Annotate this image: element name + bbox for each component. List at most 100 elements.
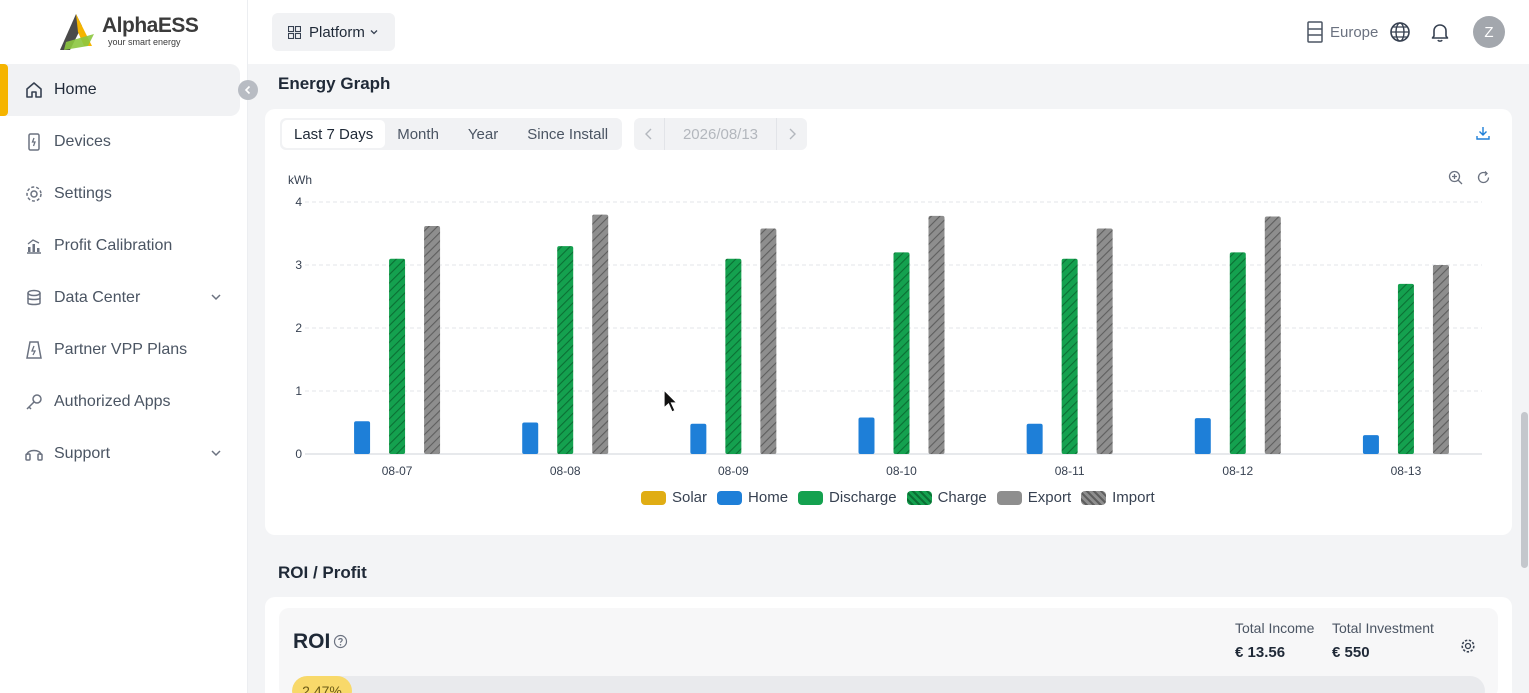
bar-charge-08-10[interactable]	[893, 252, 910, 454]
chart-legend: Solar Home Discharge Charge Export Impor…	[641, 489, 1165, 506]
alphaess-logo-icon	[60, 14, 94, 50]
page-scrollbar[interactable]	[1520, 64, 1529, 693]
bar-home-08-11[interactable]	[1026, 423, 1043, 454]
x-tick-label: 08-12	[1222, 464, 1253, 478]
sidebar-item-label: Data Center	[54, 289, 141, 306]
tab-month[interactable]: Month	[385, 120, 451, 148]
sidebar-item-settings[interactable]: Settings	[0, 168, 248, 220]
roi-progress-fill: 2.47%	[292, 676, 352, 693]
platform-label: Platform	[309, 23, 365, 41]
bar-home-08-13[interactable]	[1362, 435, 1379, 454]
legend-swatch	[996, 490, 1022, 505]
sidebar-item-label: Home	[54, 81, 97, 98]
y-tick-label: 3	[295, 258, 302, 272]
help-icon[interactable]	[333, 634, 348, 654]
tab-since-install[interactable]: Since Install	[515, 120, 620, 148]
collapse-sidebar-button[interactable]	[238, 80, 258, 100]
region-selector[interactable]: Europe	[1306, 21, 1378, 43]
tab-year[interactable]: Year	[451, 120, 515, 148]
x-tick-label: 08-08	[550, 464, 581, 478]
total-investment-value: € 550	[1332, 644, 1370, 661]
legend-item-export[interactable]: Export	[996, 489, 1072, 506]
bar-home-08-08[interactable]	[522, 422, 539, 455]
chevron-left-icon	[244, 85, 251, 95]
date-field[interactable]: 2026/08/13	[664, 118, 777, 150]
language-globe-icon[interactable]	[1389, 21, 1411, 48]
notification-bell-icon[interactable]	[1429, 21, 1451, 48]
bar-import-08-11[interactable]	[1096, 228, 1113, 454]
chevron-left-icon	[645, 128, 652, 140]
support-icon	[24, 444, 44, 464]
bar-import-08-09[interactable]	[760, 228, 777, 454]
device-icon	[24, 132, 44, 152]
bar-charge-08-09[interactable]	[725, 258, 742, 454]
legend-label: Home	[748, 489, 789, 506]
bar-home-08-12[interactable]	[1194, 418, 1211, 454]
sidebar-item-data-center[interactable]: Data Center	[0, 272, 248, 324]
bar-home-08-10[interactable]	[858, 417, 875, 454]
bar-import-08-08[interactable]	[592, 214, 609, 454]
y-tick-label: 2	[295, 321, 302, 335]
legend-label: Discharge	[829, 489, 897, 506]
legend-item-import[interactable]: Import	[1081, 489, 1155, 506]
legend-item-discharge[interactable]: Discharge	[798, 489, 897, 506]
legend-item-home[interactable]: Home	[717, 489, 788, 506]
chart-icon	[24, 236, 44, 256]
roi-profit-title: ROI / Profit	[278, 563, 367, 582]
scrollbar-thumb[interactable]	[1521, 412, 1528, 568]
user-avatar[interactable]: Z	[1473, 16, 1505, 48]
bar-charge-08-11[interactable]	[1061, 258, 1078, 454]
legend-item-charge[interactable]: Charge	[906, 489, 987, 506]
mouse-cursor-icon	[663, 389, 679, 413]
total-income-label: Total Income	[1235, 620, 1315, 636]
bar-charge-08-08[interactable]	[557, 246, 574, 454]
sidebar-item-support[interactable]: Support	[0, 428, 248, 480]
legend-label: Import	[1112, 489, 1155, 506]
y-tick-label: 4	[295, 195, 302, 209]
sidebar-item-devices[interactable]: Devices	[0, 116, 248, 168]
date-navigator: 2026/08/13	[634, 118, 807, 150]
roi-heading: ROI	[293, 630, 331, 653]
brand-tagline: your smart energy	[108, 37, 181, 47]
energy-graph-title: Energy Graph	[278, 74, 391, 93]
bar-import-08-10[interactable]	[928, 215, 945, 454]
sidebar-item-partner-vpp-plans[interactable]: Partner VPP Plans	[0, 324, 248, 376]
x-tick-label: 08-07	[382, 464, 413, 478]
bar-import-08-13[interactable]	[1432, 265, 1449, 454]
legend-swatch	[717, 490, 743, 505]
server-icon	[1307, 21, 1323, 43]
bar-import-08-12[interactable]	[1264, 216, 1281, 454]
previous-date-button[interactable]	[634, 118, 664, 150]
x-tick-label: 08-09	[718, 464, 749, 478]
gear-icon	[24, 184, 44, 204]
legend-swatch	[641, 490, 666, 505]
bar-home-08-07[interactable]	[354, 421, 371, 454]
x-tick-label: 08-10	[886, 464, 917, 478]
alphaess-logo[interactable]: AlphaESS your smart energy	[58, 12, 199, 52]
energy-bar-chart: kWh 0 1 2 3 4 08-07 08-08 08-09 08-10 08-11 08-12…	[288, 173, 1482, 478]
next-date-button[interactable]	[777, 118, 807, 150]
roi-settings-gear-icon[interactable]	[1460, 638, 1476, 659]
sidebar-item-home[interactable]: Home	[0, 64, 240, 116]
bar-import-08-07[interactable]	[424, 225, 441, 454]
energy-graph-card: Last 7 Days Month Year Since Install 202…	[265, 109, 1512, 535]
sidebar-item-label: Partner VPP Plans	[54, 341, 188, 358]
sidebar-item-authorized-apps[interactable]: Authorized Apps	[0, 376, 248, 428]
tab-last-7-days[interactable]: Last 7 Days	[282, 120, 386, 148]
sidebar-item-label: Settings	[54, 185, 112, 202]
database-icon	[24, 288, 44, 308]
legend-item-solar[interactable]: Solar	[641, 489, 707, 506]
brand-name: AlphaESS	[102, 14, 199, 37]
sidebar-item-label: Authorized Apps	[54, 393, 171, 410]
bar-charge-08-07[interactable]	[389, 258, 406, 454]
legend-label: Charge	[937, 489, 987, 506]
legend-label: Export	[1027, 489, 1072, 506]
sidebar-item-profit-calibration[interactable]: Profit Calibration	[0, 220, 248, 272]
download-icon[interactable]	[1476, 126, 1490, 145]
platform-dropdown[interactable]: Platform	[272, 13, 395, 51]
bar-home-08-09[interactable]	[690, 423, 707, 454]
bar-charge-08-13[interactable]	[1397, 283, 1414, 454]
sidebar-item-label: Devices	[54, 133, 111, 150]
chevron-down-icon	[210, 446, 222, 464]
bar-charge-08-12[interactable]	[1229, 252, 1246, 454]
